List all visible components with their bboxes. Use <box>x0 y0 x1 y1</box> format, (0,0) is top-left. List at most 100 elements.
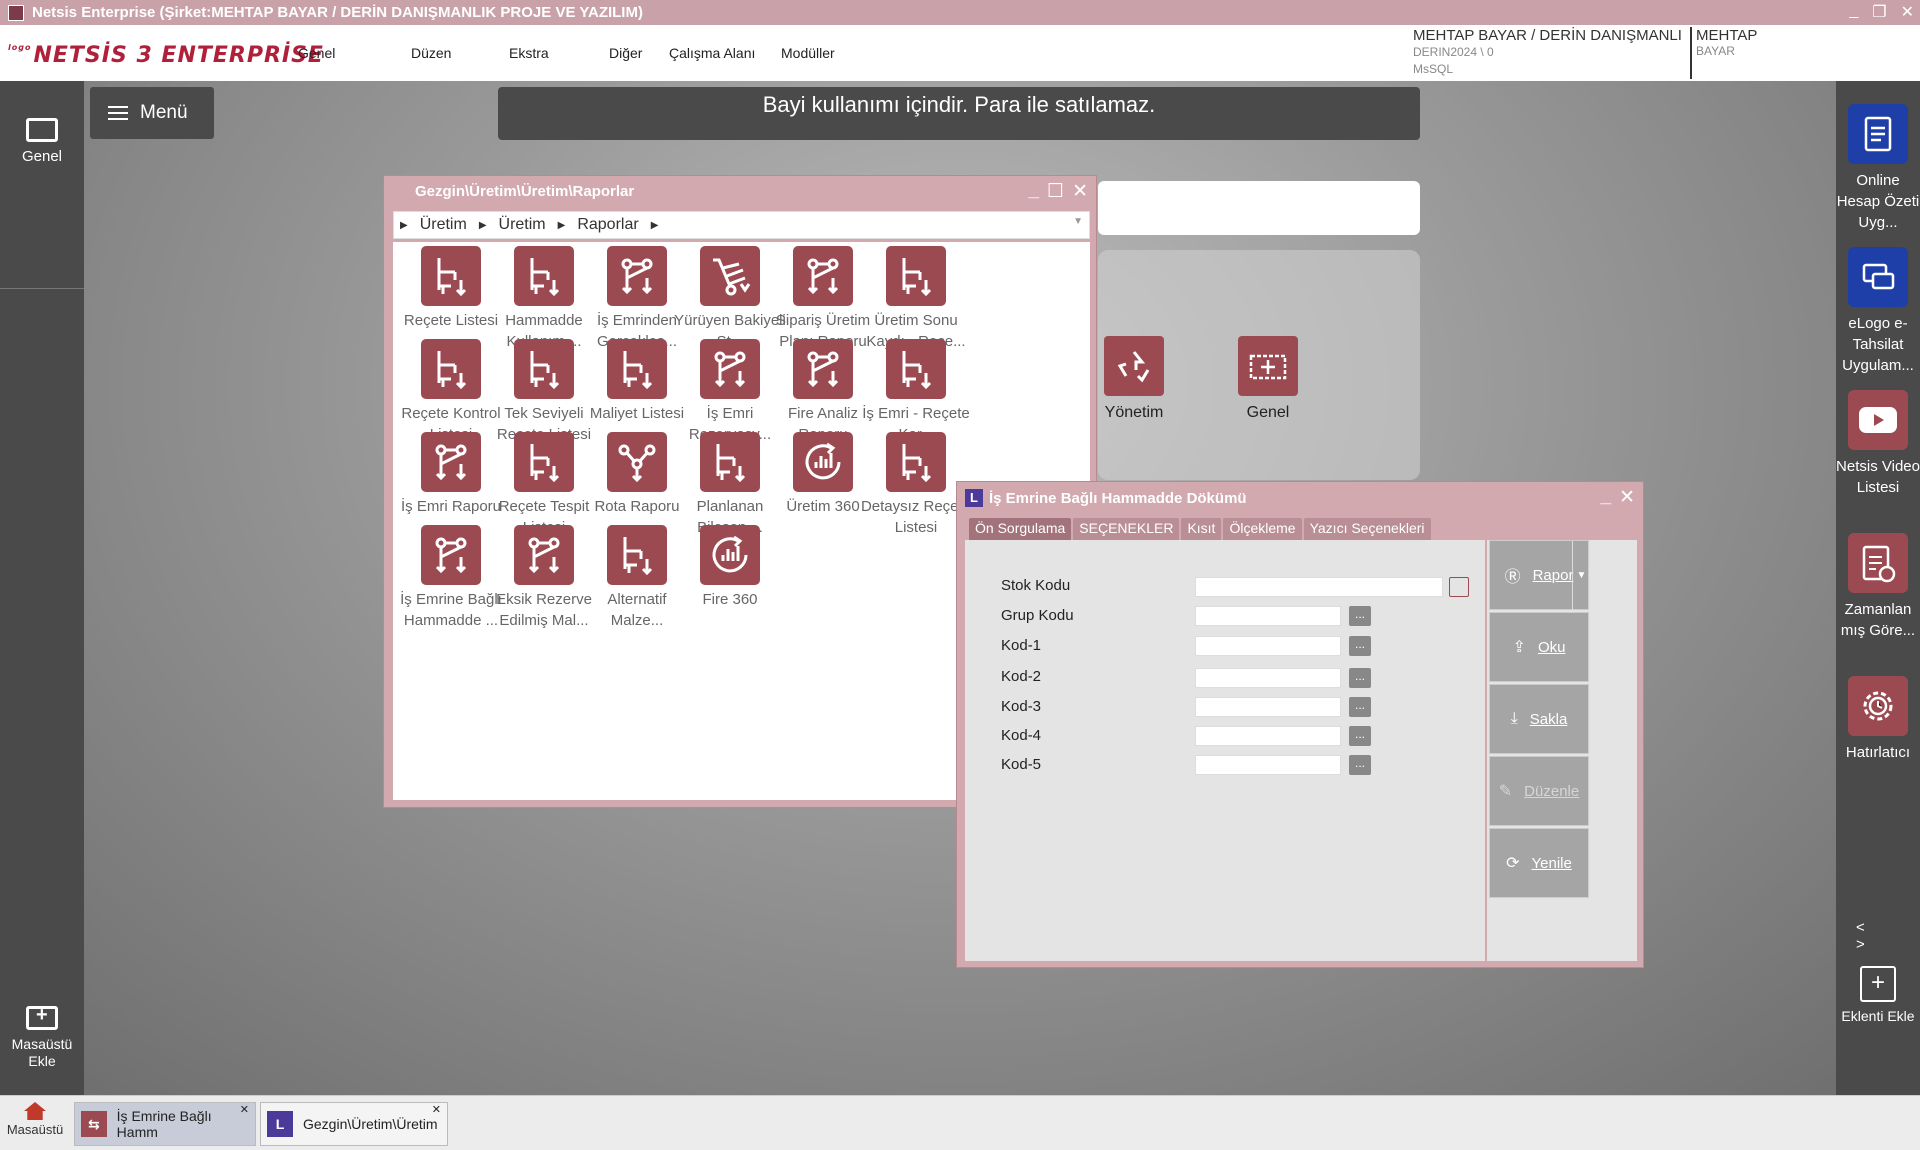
minimize-icon[interactable]: _ <box>1601 486 1612 509</box>
taskbar-item-label: Gezgin\Üretim\Üretim <box>303 1116 438 1132</box>
lookup-button[interactable]: ... <box>1349 636 1371 656</box>
chevron-down-icon[interactable]: ▼ <box>1073 216 1083 227</box>
hamburger-icon <box>108 106 128 120</box>
breadcrumb-item[interactable]: Üretim <box>499 216 546 234</box>
menu-button[interactable]: Menü <box>90 87 214 139</box>
maximize-icon[interactable]: ☐ <box>1047 180 1064 203</box>
right-item-reminder[interactable]: Hatırlatıcı <box>1836 676 1920 763</box>
kod-3-input[interactable] <box>1195 697 1341 717</box>
chevron-right-icon[interactable]: ▶ <box>651 220 659 231</box>
chevron-right-icon[interactable]: ▶ <box>479 220 487 231</box>
grid-picker-icon[interactable] <box>1449 577 1469 597</box>
field-label: Kod-2 <box>1001 668 1042 685</box>
rapor-label: Rapor <box>1532 566 1574 584</box>
oku-button[interactable]: ⇪ Oku <box>1489 612 1589 682</box>
logo-text: NETSİS 3 ENTERPRİSE <box>33 43 324 68</box>
dialog-title: İş Emrine Bağlı Hammadde Dökümü <box>989 490 1247 507</box>
taskbar: Masaüstü ⇆ İş Emrine Bağlı Hamm ✕ L Gezg… <box>0 1095 1920 1150</box>
plus-box-icon: + <box>1860 966 1896 1002</box>
close-icon[interactable]: ✕ <box>1619 486 1635 509</box>
close-icon[interactable]: ✕ <box>1901 2 1914 22</box>
tree-icon <box>421 339 481 399</box>
minimize-icon[interactable]: _ <box>1028 180 1039 203</box>
menu-moduller[interactable]: Modüller <box>781 45 835 61</box>
rapor-button[interactable]: Ⓡ Rapor ▼ <box>1489 540 1590 611</box>
report-item[interactable]: Fire 360 <box>674 525 786 610</box>
tab-yazici-secenekleri[interactable]: Yazıcı Seçenekleri <box>1303 518 1431 540</box>
logo-icon: L <box>965 489 983 507</box>
duzenle-label: Düzenle <box>1524 782 1580 800</box>
tree-icon <box>886 432 946 492</box>
breadcrumb-item[interactable]: Üretim <box>420 216 467 234</box>
chevron-right-icon[interactable]: ▶ <box>558 220 566 231</box>
close-icon[interactable]: ✕ <box>432 1103 441 1116</box>
menu-duzen[interactable]: Düzen <box>411 45 509 61</box>
grup-kodu-input[interactable] <box>1195 606 1341 626</box>
close-icon[interactable]: ✕ <box>1072 180 1088 203</box>
desktop-icon-genel-label: Genel <box>1246 404 1290 421</box>
lookup-button[interactable]: ... <box>1349 726 1371 746</box>
kod-5-input[interactable] <box>1195 755 1341 775</box>
taskbar-item-label: İş Emrine Bağlı Hamm <box>116 1108 212 1140</box>
youtube-icon <box>1848 390 1908 450</box>
add-desktop-button[interactable]: + Masaüstü Ekle <box>0 1004 84 1070</box>
restore-icon[interactable]: ❐ <box>1872 2 1886 22</box>
breadcrumb: ▶ Üretim ▶ Üretim ▶ Raporlar ▶ ▼ <box>393 211 1090 239</box>
duzenle-button[interactable]: ✎ Düzenle <box>1489 756 1589 826</box>
breadcrumb-item[interactable]: Raporlar <box>577 216 638 234</box>
close-icon[interactable]: ✕ <box>240 1103 249 1116</box>
pencil-icon: ✎ <box>1498 783 1513 800</box>
chevron-down-icon[interactable]: ▼ <box>1572 541 1590 611</box>
explorer-title: Gezgin\Üretim\Üretim\Raporlar <box>415 183 635 200</box>
share-icon <box>421 525 481 585</box>
sakla-button[interactable]: ⤓ Sakla <box>1489 684 1589 754</box>
lookup-button[interactable]: ... <box>1349 668 1371 688</box>
card-icon <box>1848 247 1908 307</box>
kod-2-input[interactable] <box>1195 668 1341 688</box>
stok-kodu-input[interactable] <box>1195 577 1443 597</box>
tab-kisit[interactable]: Kısıt <box>1181 518 1222 540</box>
menu-genel[interactable]: Genel <box>298 45 411 61</box>
taskbar-home-label: Masaüstü <box>6 1122 64 1137</box>
tab-secenekler[interactable]: SEÇENEKLER <box>1073 518 1180 540</box>
right-item-scheduled[interactable]: Zamanlan mış Göre... <box>1836 533 1920 641</box>
lookup-button[interactable]: ... <box>1349 697 1371 717</box>
right-item-reminder-label: Hatırlatıcı <box>1845 744 1911 761</box>
lookup-button[interactable]: ... <box>1349 606 1371 626</box>
right-item-elogo-label: eLogo e-Tahsilat Uygulam... <box>1842 315 1914 374</box>
clipboard-clock-icon <box>1848 533 1908 593</box>
yenile-button[interactable]: ⟳ Yenile <box>1489 828 1589 898</box>
taskbar-item-explorer[interactable]: L Gezgin\Üretim\Üretim ✕ <box>260 1102 448 1146</box>
share-icon <box>700 339 760 399</box>
tab-olcekleme[interactable]: Ölçekleme <box>1223 518 1302 540</box>
right-item-video[interactable]: Netsis Video Listesi <box>1836 390 1920 498</box>
lookup-button[interactable]: ... <box>1349 755 1371 775</box>
add-desktop-label: Masaüstü Ekle <box>11 1036 73 1069</box>
window-title: Netsis Enterprise (Şirket:MEHTAP BAYAR /… <box>32 4 643 21</box>
window-controls: _ ❐ ✕ <box>1849 2 1914 22</box>
report-item[interactable]: Üretim Sonu Kaydı - Reçe... <box>860 246 972 352</box>
taskbar-home[interactable]: Masaüstü <box>0 1100 70 1137</box>
tree-icon <box>421 246 481 306</box>
taskbar-item-dialog[interactable]: ⇆ İş Emrine Bağlı Hamm ✕ <box>74 1102 256 1146</box>
sidebar-genel[interactable]: Genel <box>0 118 84 165</box>
logo-icon: L <box>267 1111 293 1137</box>
tree-icon <box>886 246 946 306</box>
right-item-elogo[interactable]: eLogo e-Tahsilat Uygulam... <box>1836 247 1920 376</box>
right-sidebar-nav[interactable]: < > <box>1856 919 1920 953</box>
tab-on-sorgulama[interactable]: Ön Sorgulama <box>969 518 1072 540</box>
report-item[interactable]: İş Emri - Reçete Kar... <box>860 339 972 445</box>
minimize-icon[interactable]: _ <box>1849 2 1858 22</box>
menu-diger[interactable]: Diğer <box>609 45 669 61</box>
menu-ekstra[interactable]: Ekstra <box>509 45 609 61</box>
kod-4-input[interactable] <box>1195 726 1341 746</box>
search-strip[interactable] <box>1098 181 1420 235</box>
add-plugin-button[interactable]: + Eklenti Ekle <box>1836 966 1920 1025</box>
chevron-right-icon[interactable]: ▶ <box>400 220 408 231</box>
right-item-online-hesap[interactable]: Online Hesap Özeti Uyg... <box>1836 104 1920 233</box>
desktop-icon-genel[interactable]: Genel <box>1208 336 1328 422</box>
banner-text: Bayi kullanımı içindir. Para ile satılam… <box>762 92 1156 117</box>
menu-calisma-alani[interactable]: Çalışma Alanı <box>669 45 781 61</box>
kod-1-input[interactable] <box>1195 636 1341 656</box>
explorer-controls: _ ☐ ✕ <box>1028 180 1088 203</box>
